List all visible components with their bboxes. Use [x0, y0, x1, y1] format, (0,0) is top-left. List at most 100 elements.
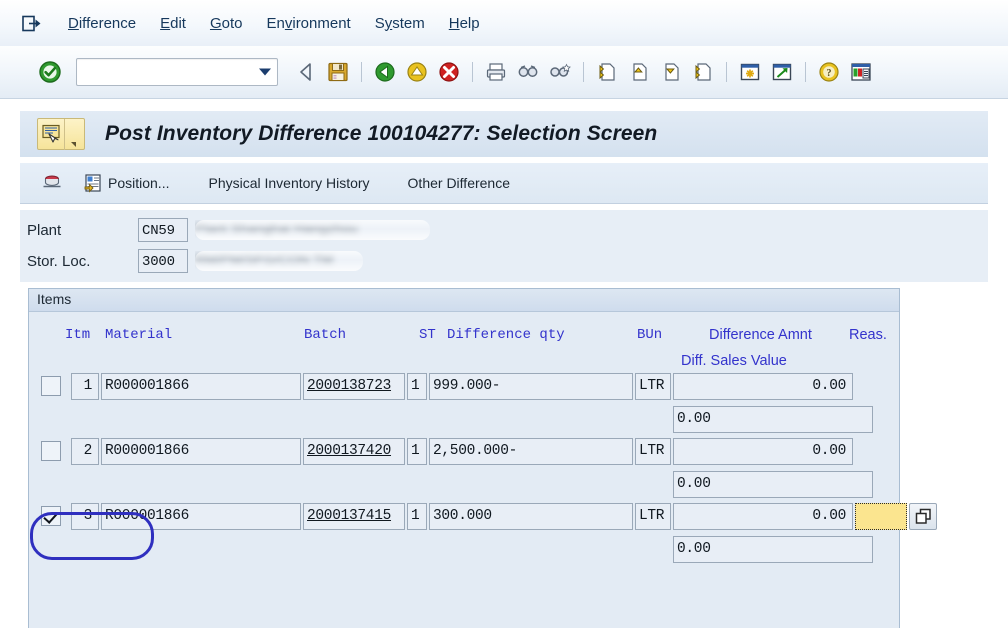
customize-layout-icon[interactable]	[848, 59, 874, 85]
printer-icon	[43, 175, 61, 188]
table-row[interactable]: 1 R000001866 2000138723 1 999.000- LTR 0…	[29, 373, 899, 406]
back-green-icon[interactable]	[372, 59, 398, 85]
command-input[interactable]	[77, 59, 261, 85]
selection-fields: Plant CN59 Plant Shanghai Hangzhou Stor.…	[20, 210, 988, 282]
multiple-selection-icon	[915, 508, 931, 524]
find-next-icon[interactable]	[547, 59, 573, 85]
toolbar-separator	[361, 62, 362, 82]
cell-batch[interactable]: 2000137420	[303, 438, 405, 465]
toolbar-separator	[805, 62, 806, 82]
plant-field-row: Plant CN59 Plant Shanghai Hangzhou	[20, 216, 430, 244]
cell-bun[interactable]: LTR	[635, 373, 671, 400]
print-preview-button[interactable]	[32, 168, 72, 198]
menu-item-system[interactable]: System	[363, 13, 437, 34]
help-icon[interactable]: ?	[816, 59, 842, 85]
cell-bun[interactable]: LTR	[635, 503, 671, 530]
cancel-red-icon[interactable]	[436, 59, 462, 85]
items-grid: Itm Material Batch ST Difference qty BUn…	[29, 311, 937, 628]
sap-gui-window: DDifferenceifference Edit Goto Environme…	[0, 0, 1008, 628]
storage-location-input[interactable]: 3000	[138, 249, 188, 273]
cell-difference-qty[interactable]: 2,500.000-	[429, 438, 633, 465]
application-toolbar: Position... Physical Inventory History O…	[20, 163, 988, 204]
exit-yellow-icon[interactable]	[404, 59, 430, 85]
plant-label: Plant	[27, 221, 62, 239]
next-page-icon[interactable]	[658, 59, 684, 85]
header-reason: Reas.	[849, 327, 887, 343]
cell-itm: 3	[71, 503, 99, 530]
menu-item-environment[interactable]: Environment	[255, 13, 363, 34]
cell-difference-amnt[interactable]: 0.00	[673, 438, 853, 465]
position-button[interactable]: Position...	[74, 168, 178, 198]
menu-item-difference[interactable]: DDifferenceifference	[56, 13, 148, 34]
row-select-checkbox[interactable]	[41, 506, 61, 526]
cell-diff-sales-value[interactable]: 0.00	[673, 471, 873, 498]
header-st: ST	[419, 327, 436, 343]
new-session-icon[interactable]	[737, 59, 763, 85]
cell-st[interactable]: 1	[407, 438, 427, 465]
header-diff-sales-value: Diff. Sales Value	[681, 353, 787, 369]
row-select-checkbox[interactable]	[41, 376, 61, 396]
cell-difference-amnt[interactable]: 0.00	[673, 373, 853, 400]
cell-diff-sales-value[interactable]: 0.00	[673, 406, 873, 433]
plant-input[interactable]: CN59	[138, 218, 188, 242]
cell-diff-sales-value[interactable]: 0.00	[673, 536, 873, 563]
svg-text:?: ?	[827, 68, 832, 79]
header-batch: Batch	[304, 327, 347, 343]
menu-item-edit[interactable]: Edit	[148, 13, 198, 34]
cell-batch[interactable]: 2000138723	[303, 373, 405, 400]
cell-itm: 2	[71, 438, 99, 465]
table-row[interactable]: 2 R000001866 2000137420 1 2,500.000- LTR…	[29, 438, 899, 471]
cell-material[interactable]: R000001866	[101, 438, 301, 465]
other-difference-button[interactable]: Other Difference	[396, 168, 522, 198]
back-arrow-icon[interactable]	[293, 59, 319, 85]
position-button-label: Position...	[108, 175, 170, 191]
command-field[interactable]	[76, 58, 278, 86]
toolbar-separator	[472, 62, 473, 82]
find-icon[interactable]	[515, 59, 541, 85]
menu-bar: DDifferenceifference Edit Goto Environme…	[0, 0, 1008, 46]
cell-st[interactable]: 1	[407, 373, 427, 400]
reason-input[interactable]	[855, 503, 907, 530]
row-select-checkbox[interactable]	[41, 441, 61, 461]
header-difference-qty: Difference qty	[447, 327, 565, 343]
menu-item-help[interactable]: Help	[437, 13, 492, 34]
multiple-selection-icon-button[interactable]	[909, 503, 937, 530]
cell-material[interactable]: R000001866	[101, 503, 301, 530]
previous-page-icon[interactable]	[626, 59, 652, 85]
enter-icon[interactable]	[38, 60, 62, 84]
save-icon[interactable]	[325, 59, 351, 85]
first-page-icon[interactable]	[594, 59, 620, 85]
header-itm: Itm	[65, 327, 91, 343]
plant-description: Plant Shanghai Hangzhou	[195, 220, 430, 240]
physical-inventory-history-button[interactable]: Physical Inventory History	[196, 168, 381, 198]
cell-st[interactable]: 1	[407, 503, 427, 530]
table-subrow: 0.00	[29, 536, 899, 568]
toolbar-separator	[583, 62, 584, 82]
transaction-icon	[38, 123, 64, 145]
cell-material[interactable]: R000001866	[101, 373, 301, 400]
transaction-icon-button[interactable]	[37, 118, 85, 150]
toolbar-separator	[726, 62, 727, 82]
title-bar: Post Inventory Difference 100104277: Sel…	[20, 110, 988, 157]
cell-difference-amnt[interactable]: 0.00	[673, 503, 853, 530]
chevron-down-icon[interactable]	[64, 118, 81, 150]
create-shortcut-icon[interactable]	[769, 59, 795, 85]
table-subrow: 0.00	[29, 406, 899, 438]
header-bun: BUn	[637, 327, 663, 343]
items-caption: Items	[29, 289, 899, 312]
cell-batch[interactable]: 2000137415	[303, 503, 405, 530]
chevron-down-icon[interactable]	[259, 68, 271, 76]
last-page-icon[interactable]	[690, 59, 716, 85]
header-material: Material	[105, 327, 173, 343]
sap-logoff-icon[interactable]	[22, 14, 42, 32]
header-difference-amnt: Difference Amnt	[709, 327, 812, 343]
table-row[interactable]: 3 R000001866 2000137415 1 300.000 LTR 0.…	[29, 503, 937, 536]
menu-item-goto[interactable]: Goto	[198, 13, 255, 34]
print-icon[interactable]	[483, 59, 509, 85]
cell-difference-qty[interactable]: 300.000	[429, 503, 633, 530]
cell-bun[interactable]: LTR	[635, 438, 671, 465]
page-title: Post Inventory Difference 100104277: Sel…	[105, 122, 658, 145]
standard-toolbar: ?	[0, 46, 1008, 99]
storage-location-description: RM/PM/SFG/CON TM	[195, 251, 363, 271]
cell-difference-qty[interactable]: 999.000-	[429, 373, 633, 400]
